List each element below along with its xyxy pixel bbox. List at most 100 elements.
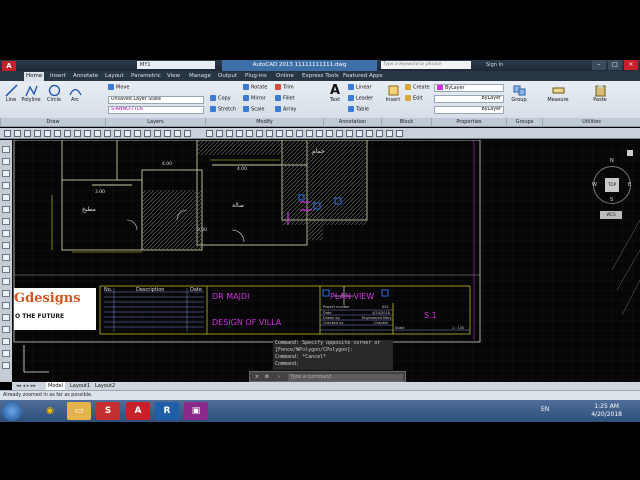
toolbar-button[interactable] xyxy=(144,130,151,137)
toolbar-button[interactable] xyxy=(2,266,10,273)
toolbar-button[interactable] xyxy=(24,130,31,137)
toolbar-button[interactable] xyxy=(2,338,10,345)
toolbar-button[interactable] xyxy=(226,130,233,137)
toolbar-button[interactable] xyxy=(34,130,41,137)
tab-output[interactable]: Output xyxy=(216,72,239,81)
toolbar-button[interactable] xyxy=(2,278,10,285)
toolbar-button[interactable] xyxy=(2,158,10,165)
stretch-tool[interactable]: Stretch xyxy=(210,106,236,114)
toolbar-button[interactable] xyxy=(134,130,141,137)
toolbar-button[interactable] xyxy=(14,130,21,137)
revit-icon[interactable]: R xyxy=(155,402,179,420)
fillet-tool[interactable]: Fillet xyxy=(275,95,295,103)
toolbar-button[interactable] xyxy=(2,314,10,321)
toolbar-button[interactable] xyxy=(84,130,91,137)
move-tool[interactable]: Move xyxy=(108,84,129,92)
toolbar-button[interactable] xyxy=(64,130,71,137)
tab-layout2[interactable]: Layout2 xyxy=(93,382,117,390)
toolbar-button[interactable] xyxy=(326,130,333,137)
toolbar-button[interactable] xyxy=(114,130,121,137)
tab-insert[interactable]: Insert xyxy=(48,72,68,81)
viewcube-top-face[interactable]: TOP xyxy=(605,178,619,192)
toolbar-button[interactable] xyxy=(356,130,363,137)
toolbar-button[interactable] xyxy=(2,218,10,225)
toolbar-button[interactable] xyxy=(164,130,171,137)
linear-tool[interactable]: Linear xyxy=(348,84,372,92)
toolbar-button[interactable] xyxy=(316,130,323,137)
toolbar-button[interactable] xyxy=(154,130,161,137)
tab-model[interactable]: Model xyxy=(46,382,66,390)
help-search-input[interactable]: Type a keyword or phrase xyxy=(381,61,471,69)
tab-online[interactable]: Online xyxy=(274,72,296,81)
array-tool[interactable]: Array xyxy=(275,106,296,114)
toolbar-button[interactable] xyxy=(276,130,283,137)
tab-annotate[interactable]: Annotate xyxy=(71,72,100,81)
toolbar-button[interactable] xyxy=(396,130,403,137)
toolbar-button[interactable] xyxy=(74,130,81,137)
toolbar-button[interactable] xyxy=(2,230,10,237)
lineweight-dropdown[interactable]: ByLayer xyxy=(434,106,504,114)
edit-block-tool[interactable]: Edit xyxy=(405,95,423,103)
panel-modify[interactable]: Modify xyxy=(205,118,323,126)
trim-tool[interactable]: Trim xyxy=(275,84,294,92)
toolbar-button[interactable] xyxy=(286,130,293,137)
toolbar-button[interactable] xyxy=(386,130,393,137)
create-block-tool[interactable]: Create xyxy=(405,84,430,92)
measure-tool[interactable]: Measure xyxy=(545,84,571,103)
polyline-tool[interactable]: Polyline xyxy=(20,84,42,103)
toolbar-button[interactable] xyxy=(2,362,10,369)
linetype-dropdown[interactable]: ByLayer xyxy=(434,95,504,103)
tab-home[interactable]: Home xyxy=(24,72,45,81)
copy-tool[interactable]: Copy xyxy=(210,95,231,103)
tab-manage[interactable]: Manage xyxy=(187,72,213,81)
toolbar-button[interactable] xyxy=(2,290,10,297)
toolbar-button[interactable] xyxy=(2,326,10,333)
chrome-icon[interactable]: ◉ xyxy=(38,402,62,420)
toolbar-button[interactable] xyxy=(2,350,10,357)
close-command-icon[interactable]: × xyxy=(253,374,261,381)
language-indicator[interactable]: EN xyxy=(541,406,549,413)
sign-in-link[interactable]: Sign In xyxy=(486,61,503,70)
toolbar-button[interactable] xyxy=(236,130,243,137)
media-app-icon[interactable]: ▣ xyxy=(184,402,208,420)
toolbar-button[interactable] xyxy=(2,302,10,309)
layer-dropdown[interactable]: S-ANNO-TTL6 xyxy=(108,106,204,114)
tab-express-tools[interactable]: Express Tools xyxy=(300,72,341,81)
autocad-app-icon[interactable]: A xyxy=(2,61,16,71)
close-icon[interactable]: × xyxy=(624,60,638,70)
toolbar-button[interactable] xyxy=(306,130,313,137)
color-dropdown[interactable]: ByLayer xyxy=(434,84,504,92)
toolbar-button[interactable] xyxy=(2,170,10,177)
maximize-icon[interactable]: □ xyxy=(608,60,622,70)
panel-annotation[interactable]: Annotation xyxy=(323,118,381,126)
panel-block[interactable]: Block xyxy=(381,118,431,126)
toolbar-button[interactable] xyxy=(124,130,131,137)
toolbar-button[interactable] xyxy=(2,206,10,213)
sketchup-icon[interactable]: S xyxy=(96,402,120,420)
tab-nav-arrows[interactable]: ◂◂ ◂ ▸ ▸▸ xyxy=(14,382,38,390)
toolbar-button[interactable] xyxy=(2,146,10,153)
toolbar-button[interactable] xyxy=(206,130,213,137)
toolbar-button[interactable] xyxy=(256,130,263,137)
circle-tool[interactable]: Circle xyxy=(45,84,63,103)
panel-groups[interactable]: Groups xyxy=(506,118,542,126)
rotate-tool[interactable]: Rotate xyxy=(243,84,267,92)
toolbar-button[interactable] xyxy=(54,130,61,137)
tab-featured-apps[interactable]: Featured Apps xyxy=(341,72,385,81)
group-tool[interactable]: Group xyxy=(509,84,529,103)
toolbar-button[interactable] xyxy=(184,130,191,137)
workspace-dropdown[interactable]: MY1 xyxy=(137,61,215,69)
toolbar-button[interactable] xyxy=(44,130,51,137)
toolbar-button[interactable] xyxy=(4,130,11,137)
toolbar-button[interactable] xyxy=(246,130,253,137)
tab-plugins[interactable]: Plug-ins xyxy=(243,72,269,81)
start-button-icon[interactable] xyxy=(2,401,22,421)
tab-view[interactable]: View xyxy=(165,72,182,81)
tab-layout[interactable]: Layout xyxy=(103,72,126,81)
mirror-tool[interactable]: Mirror xyxy=(243,95,266,103)
tab-parametric[interactable]: Parametric xyxy=(129,72,163,81)
settings-wrench-icon[interactable]: ⚙ xyxy=(263,374,271,381)
file-explorer-icon[interactable]: ▭ xyxy=(67,402,91,420)
toolbar-button[interactable] xyxy=(216,130,223,137)
tab-layout1[interactable]: Layout1 xyxy=(68,382,92,390)
